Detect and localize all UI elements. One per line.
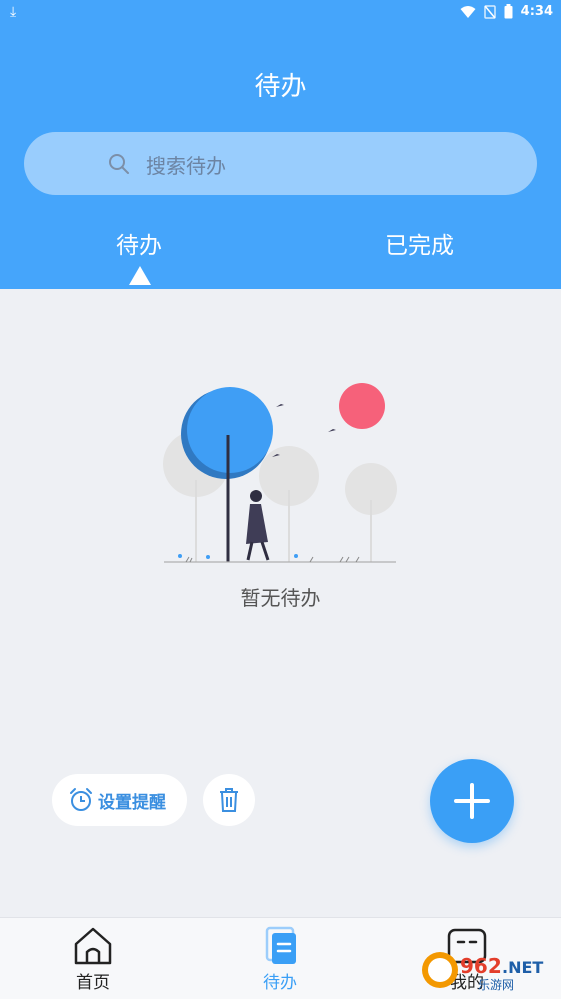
header: ⤓ 4:34 待办 搜索待办 待办 已完成 xyxy=(0,0,561,289)
plus-icon xyxy=(454,783,490,819)
empty-state-message: 暂无待办 xyxy=(240,586,321,610)
page-title: 待办 xyxy=(254,72,307,102)
nav-item-home-label: 首页 xyxy=(76,973,110,993)
status-bar: ⤓ 4:34 xyxy=(0,0,561,26)
nav-item-home[interactable]: 首页 xyxy=(38,926,148,993)
wifi-icon xyxy=(460,5,476,18)
svg-text:乐游网: 乐游网 xyxy=(478,978,514,992)
nav-item-todo-label: 待办 xyxy=(263,973,297,993)
svg-text:962: 962 xyxy=(460,954,502,978)
no-sim-icon xyxy=(483,4,496,19)
status-time: 4:34 xyxy=(520,4,553,19)
tab-completed[interactable]: 已完成 xyxy=(385,226,454,260)
empty-illustration xyxy=(163,383,397,563)
search-bar[interactable]: 搜索待办 xyxy=(24,132,537,195)
add-todo-button[interactable] xyxy=(430,759,514,843)
search-icon xyxy=(109,154,129,174)
home-icon xyxy=(74,927,112,965)
set-reminder-label: 设置提醒 xyxy=(98,792,166,813)
set-reminder-button[interactable]: 设置提醒 xyxy=(52,774,187,826)
battery-icon xyxy=(504,4,513,19)
site-watermark-logo: 962 .NET 乐游网 xyxy=(422,952,543,992)
trash-icon xyxy=(220,788,238,812)
document-icon xyxy=(265,926,296,964)
tab-todo[interactable]: 待办 xyxy=(116,226,162,260)
active-tab-indicator xyxy=(129,266,151,285)
delete-button[interactable] xyxy=(203,774,255,826)
nav-item-todo[interactable]: 待办 xyxy=(225,926,335,993)
svg-text:.NET: .NET xyxy=(502,958,543,977)
download-icon: ⤓ xyxy=(10,4,17,20)
status-icons: 4:34 xyxy=(460,4,553,19)
search-placeholder: 搜索待办 xyxy=(146,154,226,178)
alarm-clock-icon xyxy=(70,788,92,811)
